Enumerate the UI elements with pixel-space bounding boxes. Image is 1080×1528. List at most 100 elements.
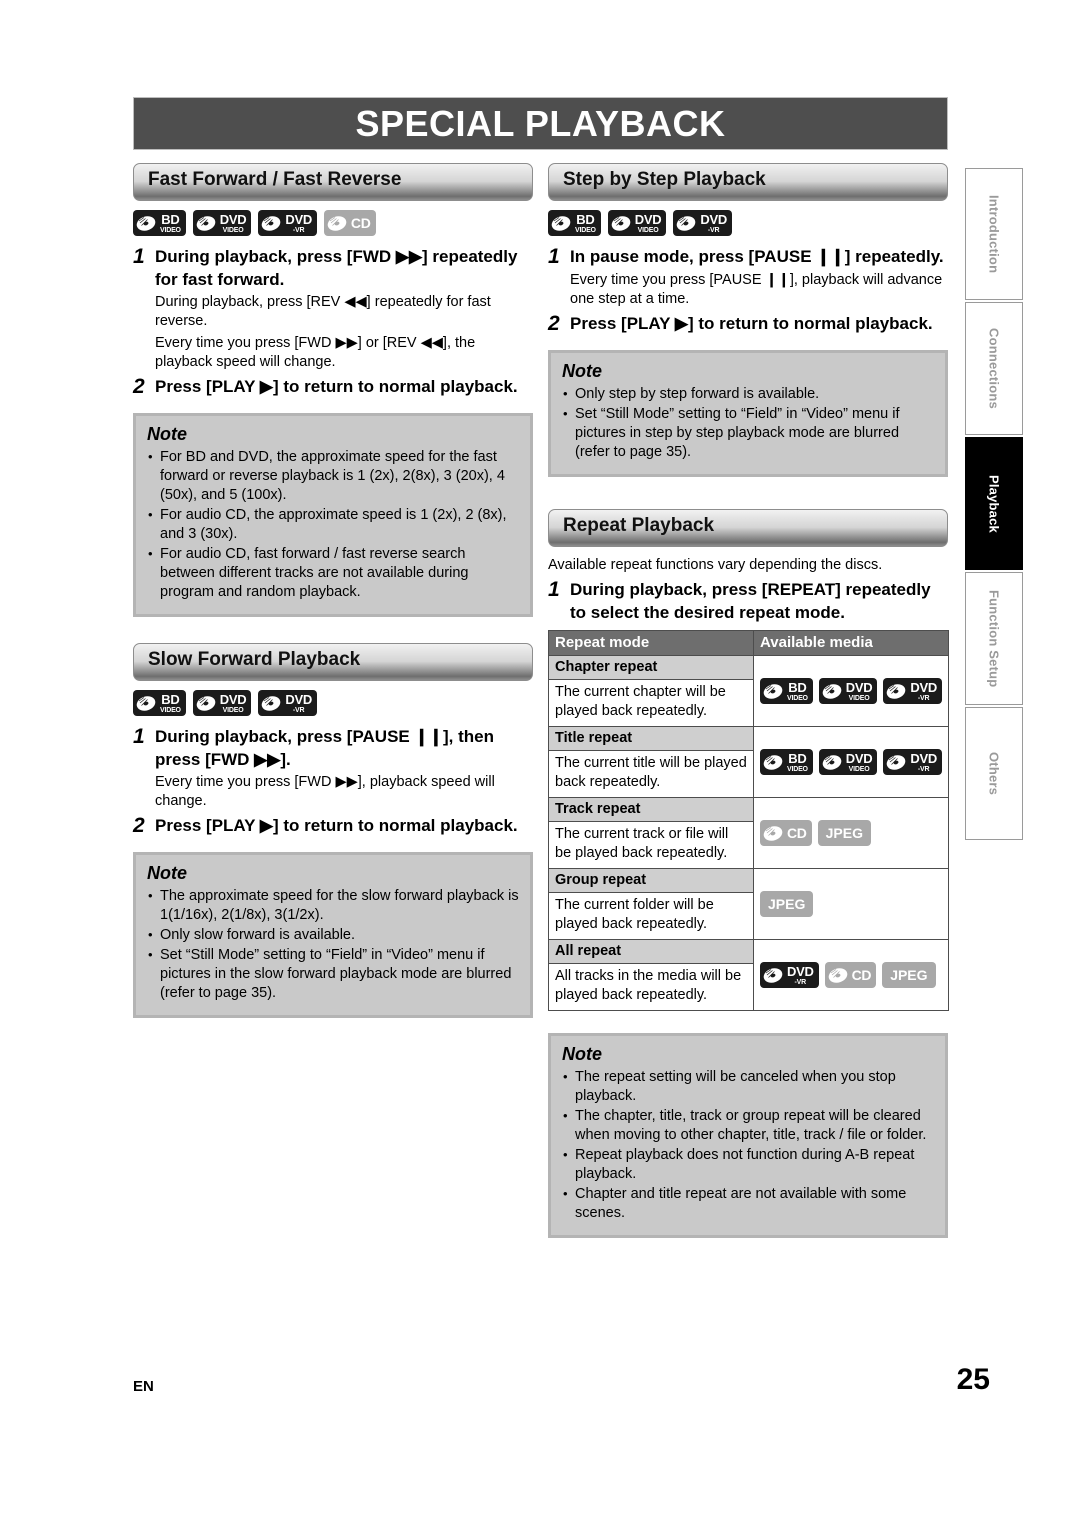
right-column: Step by Step Playback BD VIDEO DVD VIDEO…	[548, 163, 949, 1238]
media-badge-bd-video: BD VIDEO	[760, 678, 813, 704]
repeat-intro-text: Available repeat functions vary dependin…	[548, 557, 883, 573]
note-list: The repeat setting will be canceled when…	[562, 1067, 934, 1223]
disc-icon	[677, 215, 696, 231]
badge-label: DVD -VR	[285, 211, 312, 234]
section-title: Repeat Playback	[563, 514, 715, 536]
page-title: SPECIAL PLAYBACK	[355, 102, 726, 144]
repeat-mode-description: The current title will be played back re…	[548, 750, 754, 798]
section-header-repeat: Repeat Playback	[548, 509, 948, 547]
disc-icon	[196, 695, 216, 711]
note-list: Only step by step forward is available. …	[562, 384, 934, 462]
repeat-media-cell: JPEG	[753, 868, 949, 940]
note-title: Note	[147, 863, 187, 883]
section-header-step-by-step: Step by Step Playback	[548, 163, 948, 201]
disc-icon	[611, 215, 631, 231]
note-list: The approximate speed for the slow forwa…	[147, 886, 519, 1003]
note-item: For audio CD, the approximate speed is 1…	[147, 505, 519, 544]
section-title: Step by Step Playback	[563, 168, 766, 190]
disc-icon	[822, 683, 842, 699]
step-number: 1	[548, 245, 560, 268]
note-item: Repeat playback does not function during…	[562, 1145, 934, 1184]
sidebar-tab-others[interactable]: Others	[965, 707, 1023, 840]
step-text: During playback, press [PAUSE ❙❙], then …	[155, 727, 494, 769]
section-header-slow-forward: Slow Forward Playback	[133, 643, 533, 681]
sidebar-tab-playback[interactable]: Playback	[965, 437, 1023, 570]
note-title: Note	[562, 1044, 602, 1064]
badge-label: DVD VIDEO	[219, 691, 247, 714]
step-item: 1 In pause mode, press [PAUSE ❙❙] repeat…	[548, 245, 948, 269]
sidebar-tab-function-setup[interactable]: Function Setup	[965, 572, 1023, 705]
media-badge-bd-video: BD VIDEO	[548, 210, 601, 236]
footer-language-code: EN	[133, 1378, 154, 1395]
column-header-repeat-mode: Repeat mode	[548, 630, 754, 656]
step-body-text: Every time you press [PAUSE ❙❙], playbac…	[570, 272, 943, 307]
step-number: 2	[548, 312, 560, 335]
step-text: Press [PLAY ▶] to return to normal playb…	[155, 377, 518, 396]
repeat-media-cell: BD VIDEO DVD VIDEO DVD -VR	[753, 726, 949, 798]
media-badge-dvd-video: DVD VIDEO	[607, 210, 667, 236]
sidebar-tab-connections[interactable]: Connections	[965, 302, 1023, 435]
badge-label: BD VIDEO	[575, 211, 596, 234]
table-header-row: Repeat mode Available media	[548, 630, 949, 656]
section-header-fast-forward: Fast Forward / Fast Reverse	[133, 163, 533, 201]
repeat-mode-description: The current chapter will be played back …	[548, 679, 754, 727]
step-item: 1 During playback, press [REPEAT] repeat…	[548, 578, 948, 624]
step-text: During playback, press [FWD ▶▶] repeated…	[155, 247, 518, 289]
media-badge-dvd-vr: DVD -VR	[258, 210, 317, 236]
disc-icon	[136, 215, 156, 231]
media-badge-cd: CD	[760, 820, 812, 846]
repeat-media-cell: DVD -VR CD JPEG	[753, 939, 949, 1011]
note-list: For BD and DVD, the approximate speed fo…	[147, 447, 519, 602]
media-badge-cd: CD	[824, 962, 877, 988]
media-badge-cd: CD	[323, 210, 376, 236]
table-row: Title repeat BD VIDEO DVD VIDEO DVD -VR	[548, 726, 949, 798]
section-tab-strip: Introduction Connections Playback Functi…	[965, 168, 1023, 842]
table-row: Track repeat CD JPEG	[548, 797, 949, 869]
note-item: Only slow forward is available.	[147, 925, 519, 945]
tab-label: Function Setup	[986, 589, 1002, 688]
left-column: Fast Forward / Fast Reverse BD VIDEO DVD…	[133, 163, 533, 1018]
sidebar-tab-introduction[interactable]: Introduction	[965, 168, 1023, 300]
step-number: 2	[133, 375, 145, 398]
step-number: 2	[133, 814, 145, 837]
media-badge-dvd-vr: DVD -VR	[258, 690, 317, 716]
disc-icon	[262, 695, 281, 711]
media-badge-jpeg: JPEG	[882, 962, 936, 988]
note-box-step-by-step: Note Only step by step forward is availa…	[548, 350, 948, 477]
media-badge-row-step-by-step: BD VIDEO DVD VIDEO DVD -VR	[548, 210, 948, 236]
note-item: For BD and DVD, the approximate speed fo…	[147, 447, 519, 505]
disc-icon	[887, 683, 906, 699]
step-number: 1	[133, 725, 145, 748]
badge-label: CD	[350, 215, 371, 231]
step-item: 1 During playback, press [FWD ▶▶] repeat…	[133, 245, 533, 291]
note-item: The approximate speed for the slow forwa…	[147, 886, 519, 925]
note-title: Note	[147, 424, 187, 444]
step-item: 2 Press [PLAY ▶] to return to normal pla…	[548, 312, 948, 336]
media-badge-bd-video: BD VIDEO	[760, 749, 813, 775]
step-text: Press [PLAY ▶] to return to normal playb…	[570, 314, 933, 333]
step-body-text: Every time you press [FWD ▶▶], playback …	[155, 774, 495, 809]
media-badge-row-slow-forward: BD VIDEO DVD VIDEO DVD -VR	[133, 690, 533, 716]
step-body-text: During playback, press [REV ◀◀] repeated…	[155, 294, 491, 329]
column-header-available-media: Available media	[753, 630, 949, 656]
tab-label: Connections	[986, 328, 1002, 409]
media-badge-dvd-video: DVD VIDEO	[192, 210, 252, 236]
disc-icon	[327, 215, 347, 231]
disc-icon	[136, 695, 156, 711]
disc-icon	[262, 215, 281, 231]
note-item: Chapter and title repeat are not availab…	[562, 1184, 934, 1223]
note-item: Set “Still Mode” setting to “Field” in “…	[562, 404, 934, 462]
disc-icon	[822, 754, 842, 770]
note-item: For audio CD, fast forward / fast revers…	[147, 544, 519, 602]
step-text: In pause mode, press [PAUSE ❙❙] repeated…	[570, 247, 944, 266]
media-badge-dvd-video: DVD VIDEO	[192, 690, 252, 716]
repeat-media-cell: BD VIDEO DVD VIDEO DVD -VR	[753, 655, 949, 727]
repeat-mode-name: Track repeat	[548, 797, 754, 822]
step-number: 1	[548, 578, 560, 601]
note-box-repeat: Note The repeat setting will be canceled…	[548, 1033, 948, 1238]
disc-icon	[763, 683, 783, 699]
note-item: The repeat setting will be canceled when…	[562, 1067, 934, 1106]
media-badge-jpeg: JPEG	[760, 891, 814, 917]
disc-icon	[196, 215, 216, 231]
media-badge-dvd-vr: DVD -VR	[883, 678, 942, 704]
